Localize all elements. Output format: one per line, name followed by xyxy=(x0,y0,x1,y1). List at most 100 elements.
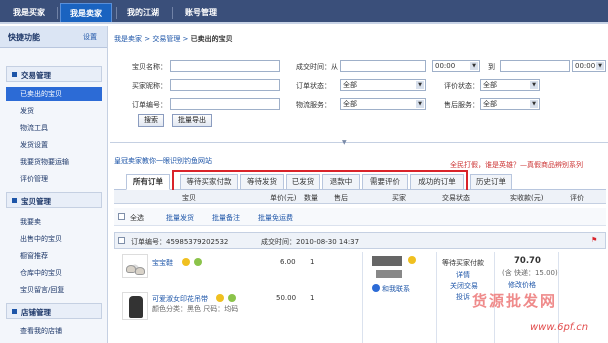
rate-status-label: 评价状态： xyxy=(444,82,479,90)
sidebar-item-messages[interactable]: 宝贝留言/回复 xyxy=(6,283,102,297)
export-button[interactable]: 批量导出 xyxy=(172,114,212,127)
deal-time-label: 成交时间：从 xyxy=(296,63,338,71)
medal-icon xyxy=(408,256,416,264)
deal-time-to-hour[interactable]: 00:00 ▼ xyxy=(572,60,606,72)
breadcrumb-seller[interactable]: 我是卖家 xyxy=(114,35,142,43)
sidebar-group-shop[interactable]: 店铺管理 xyxy=(6,303,102,319)
divider xyxy=(110,142,608,143)
square-icon xyxy=(12,198,17,203)
order-checkbox[interactable] xyxy=(118,237,125,244)
sidebar-header: 快捷功能 设置 xyxy=(0,26,107,48)
after-sale-label: 售后服务： xyxy=(444,101,479,109)
order-tab-history[interactable]: 历史订单 xyxy=(470,174,512,190)
detail-link[interactable]: 详情 xyxy=(456,270,470,280)
order-time: 成交时间：2010-08-30 14:37 xyxy=(261,238,360,246)
item-thumb[interactable] xyxy=(122,292,148,320)
sidebar-item-ship-settings[interactable]: 发货设置 xyxy=(6,138,102,152)
shoe-icon xyxy=(135,267,145,275)
item-name-input[interactable] xyxy=(170,60,280,72)
chevron-down-icon: ▼ xyxy=(416,100,424,108)
trade-status: 等待买家付款 xyxy=(442,259,484,267)
chevron-down-icon: ▼ xyxy=(416,81,424,89)
tab-account[interactable]: 账号管理 xyxy=(175,3,227,22)
sidebar-group-trade[interactable]: 交易管理 xyxy=(6,66,102,82)
flag-icon[interactable]: ⚑ xyxy=(591,236,597,244)
badge-icon xyxy=(216,294,224,302)
top-nav: 我是买家 我是卖家 我的江湖 账号管理 xyxy=(0,0,608,24)
chevron-down-icon: ▼ xyxy=(470,62,478,70)
batch-ship-link[interactable]: 批量发货 xyxy=(166,213,194,223)
tab-buyer[interactable]: 我是买家 xyxy=(4,3,54,22)
search-button[interactable]: 搜索 xyxy=(138,114,164,127)
col-item: 宝贝 xyxy=(182,194,196,202)
sidebar-item-on-sale[interactable]: 出售中的宝贝 xyxy=(6,232,102,246)
sidebar-group-label: 宝贝管理 xyxy=(21,197,51,206)
item-name[interactable]: 宝宝鞋 xyxy=(152,258,173,268)
wangwang-icon[interactable] xyxy=(372,284,380,292)
complain-link[interactable]: 投诉 xyxy=(456,292,470,302)
breadcrumb: 我是卖家 > 交易管理 > 已卖出的宝贝 xyxy=(114,35,233,43)
promo-link[interactable]: 皇冠卖家教你一眼识别钓鱼网站 xyxy=(114,156,212,166)
buyer-name-blur xyxy=(372,256,402,266)
batch-note-link[interactable]: 批量备注 xyxy=(212,213,240,223)
logistics-label: 物流服务： xyxy=(296,101,331,109)
select-value: 全部 xyxy=(343,100,357,108)
sidebar-item-sold[interactable]: 已卖出的宝贝 xyxy=(6,87,102,101)
item-qty: 1 xyxy=(310,258,315,266)
order-tab-all[interactable]: 所有订单 xyxy=(126,174,170,190)
item-thumb[interactable] xyxy=(122,254,148,278)
sidebar-item-sell[interactable]: 我要卖 xyxy=(6,215,102,229)
item-name[interactable]: 可爱淑女印花吊带 xyxy=(152,294,208,304)
modify-price-link[interactable]: 修改价格 xyxy=(508,280,536,290)
select-all-checkbox[interactable] xyxy=(118,213,125,220)
trade-status-select[interactable]: 全部 ▼ xyxy=(340,79,426,91)
tab-jianghu[interactable]: 我的江湖 xyxy=(118,3,168,22)
tab-seller[interactable]: 我是卖家 xyxy=(60,3,112,22)
sidebar-item-logistics[interactable]: 物流工具 xyxy=(6,121,102,135)
col-qty: 数量 xyxy=(304,194,318,202)
paid-note: (含 快递：15.00) xyxy=(502,269,558,277)
main-panel: 我是卖家 > 交易管理 > 已卖出的宝贝 宝贝名称： 成交时间：从 00:00 ▼… xyxy=(110,26,608,343)
item-price: 6.00 xyxy=(280,258,296,266)
order-no-input[interactable] xyxy=(170,98,280,110)
flower-icon xyxy=(228,294,236,302)
col-price: 单价(元) xyxy=(270,194,297,202)
logistics-select[interactable]: 全部 ▼ xyxy=(340,98,426,110)
collapse-arrow-icon[interactable]: ▼ xyxy=(342,139,347,146)
alert-link[interactable]: 全民打假，谁是英雄？—真假商品辨别系列 xyxy=(450,160,583,170)
sidebar-item-rating[interactable]: 评价管理 xyxy=(6,172,102,186)
sidebar-item-transport[interactable]: 我要货物要运输 xyxy=(6,155,102,169)
batch-action-row: 全选 批量发货 批量备注 批量免运费 xyxy=(114,208,606,226)
col-after-sale: 售后 xyxy=(334,194,348,202)
batch-free-link[interactable]: 批量免运费 xyxy=(258,213,293,223)
col-status: 交易状态 xyxy=(442,194,470,202)
to-label: 到 xyxy=(488,63,495,71)
item-qty: 1 xyxy=(310,294,315,302)
sidebar-settings-link[interactable]: 设置 xyxy=(83,32,97,42)
rate-status-select[interactable]: 全部 ▼ xyxy=(480,79,540,91)
buyer-nick-input[interactable] xyxy=(170,79,280,91)
paid-amount: 70.70 xyxy=(514,256,541,266)
divider xyxy=(362,252,363,343)
chevron-down-icon: ▼ xyxy=(596,62,604,70)
sidebar-item-showcase[interactable]: 橱窗推荐 xyxy=(6,249,102,263)
deal-time-from-input[interactable] xyxy=(340,60,426,72)
tab-separator xyxy=(116,7,117,19)
item-spec: 颜色分类：黑色 尺码：均码 xyxy=(152,305,239,313)
breadcrumb-current: 已卖出的宝贝 xyxy=(190,35,233,43)
breadcrumb-trade[interactable]: 交易管理 xyxy=(152,35,180,43)
contact-link[interactable]: 和我联系 xyxy=(382,284,410,294)
sidebar-item-warehouse[interactable]: 仓库中的宝贝 xyxy=(6,266,102,280)
sidebar-group-items[interactable]: 宝贝管理 xyxy=(6,192,102,208)
watermark-text: 货源批发网 xyxy=(472,292,558,310)
buyer-info-blur xyxy=(376,270,402,278)
buyer-nick-label: 买家昵称： xyxy=(132,82,167,90)
deal-time-to-input[interactable] xyxy=(500,60,570,72)
flower-icon xyxy=(194,258,202,266)
deal-time-from-hour[interactable]: 00:00 ▼ xyxy=(432,60,480,72)
sidebar-item-my-shop[interactable]: 查看我的店铺 xyxy=(6,324,102,338)
after-sale-select[interactable]: 全部 ▼ xyxy=(480,98,540,110)
select-all-label: 全选 xyxy=(130,214,144,222)
sidebar-title: 快捷功能 xyxy=(8,33,40,42)
sidebar-item-ship[interactable]: 发货 xyxy=(6,104,102,118)
